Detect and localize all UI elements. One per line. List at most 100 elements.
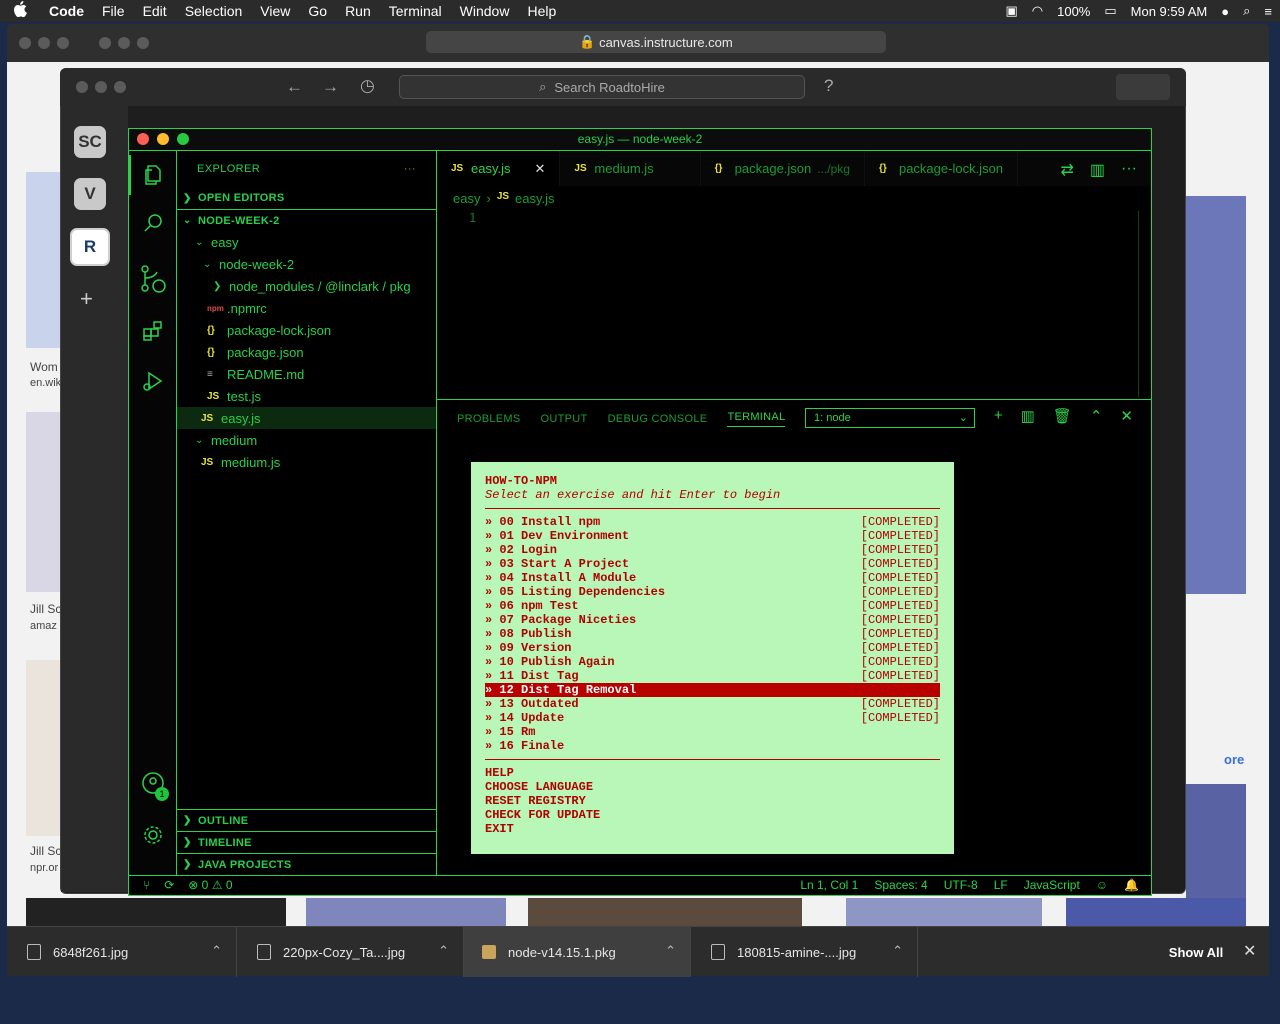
notification-center-icon[interactable]: ≡ bbox=[1264, 4, 1272, 19]
search-icon[interactable] bbox=[129, 203, 177, 243]
exercise-item[interactable]: » 13 Outdated [COMPLETED] bbox=[485, 697, 940, 711]
download-item[interactable]: 220px-Cozy_Ta....jpg ⌃ bbox=[237, 927, 464, 977]
tab-problems[interactable]: PROBLEMS bbox=[457, 413, 521, 425]
new-terminal-icon[interactable]: + bbox=[994, 407, 1003, 425]
tree-item[interactable]: ≡ README.md bbox=[177, 363, 436, 385]
exercise-item[interactable]: » 07 Package Niceties [COMPLETED] bbox=[485, 613, 940, 627]
chevron-up-icon[interactable]: ⌃ bbox=[438, 943, 449, 959]
tab-package-json[interactable]: {} package.json .../pkg bbox=[701, 151, 865, 186]
tree-item[interactable]: {} package-lock.json bbox=[177, 319, 436, 341]
tree-item[interactable]: ⌄ node-week-2 bbox=[177, 253, 436, 275]
accounts-icon[interactable]: 1 bbox=[129, 763, 177, 803]
extensions-icon[interactable] bbox=[129, 311, 177, 351]
editor-more-icon[interactable]: ··· bbox=[1121, 160, 1137, 180]
chevron-up-icon[interactable]: ⌃ bbox=[211, 943, 222, 959]
workspace-section[interactable]: ⌄ NODE-WEEK-2 bbox=[177, 209, 436, 231]
close-icon[interactable]: ✕ bbox=[1243, 941, 1256, 961]
tab-output[interactable]: OUTPUT bbox=[541, 413, 588, 425]
download-item[interactable]: node-v14.15.1.pkg ⌃ bbox=[464, 927, 691, 977]
tab-easy-js[interactable]: JS easy.js ✕ bbox=[437, 151, 561, 186]
spotlight-icon[interactable]: ⌕ bbox=[1243, 3, 1250, 19]
exercise-item[interactable]: » 05 Listing Dependencies [COMPLETED] bbox=[485, 585, 940, 599]
add-app-icon[interactable]: + bbox=[80, 286, 93, 312]
menu-app-name[interactable]: Code bbox=[40, 3, 93, 19]
explorer-icon[interactable] bbox=[129, 155, 177, 195]
run-debug-icon[interactable] bbox=[129, 361, 177, 401]
exercise-item[interactable]: » 08 Publish [COMPLETED] bbox=[485, 627, 940, 641]
tree-item[interactable]: {} package.json bbox=[177, 341, 436, 363]
menu-view[interactable]: View bbox=[251, 3, 299, 19]
menu-file[interactable]: File bbox=[93, 3, 134, 19]
java-projects-section[interactable]: ❯ JAVA PROJECTS bbox=[177, 853, 436, 875]
cursor-position[interactable]: Ln 1, Col 1 bbox=[800, 878, 858, 892]
workshop-option[interactable]: HELP bbox=[485, 766, 940, 780]
scrollbar[interactable] bbox=[1138, 211, 1139, 397]
sync-icon[interactable]: ⟳ bbox=[164, 878, 174, 892]
exercise-item[interactable]: » 10 Publish Again [COMPLETED] bbox=[485, 655, 940, 669]
roadtohire-search[interactable]: ⌕ Search RoadtoHire bbox=[399, 75, 805, 99]
tree-item[interactable]: JS test.js bbox=[177, 385, 436, 407]
exercise-item[interactable]: » 12 Dist Tag Removal bbox=[485, 683, 940, 697]
wifi-icon[interactable]: ◠ bbox=[1032, 3, 1043, 19]
exercise-item[interactable]: » 09 Version [COMPLETED] bbox=[485, 641, 940, 655]
menu-terminal[interactable]: Terminal bbox=[380, 3, 451, 19]
tab-medium-js[interactable]: JS medium.js bbox=[560, 151, 701, 186]
encoding[interactable]: UTF-8 bbox=[944, 878, 978, 892]
exercise-item[interactable]: » 15 Rm bbox=[485, 725, 940, 739]
tree-item[interactable]: ❯ node_modules / @linclark / pkg bbox=[177, 275, 436, 297]
menu-go[interactable]: Go bbox=[299, 3, 336, 19]
menu-run[interactable]: Run bbox=[336, 3, 380, 19]
exercise-item[interactable]: » 03 Start A Project [COMPLETED] bbox=[485, 557, 940, 571]
menu-help[interactable]: Help bbox=[518, 3, 565, 19]
battery-percent[interactable]: 100% bbox=[1057, 4, 1090, 19]
close-panel-icon[interactable]: ✕ bbox=[1120, 407, 1133, 425]
app-icon-sc[interactable]: SC bbox=[74, 126, 106, 158]
minimize-window-button[interactable] bbox=[157, 133, 169, 145]
branch-icon[interactable]: ⑂ bbox=[143, 878, 150, 892]
workshop-option[interactable]: RESET REGISTRY bbox=[485, 794, 940, 808]
download-item[interactable]: 180815-amine-....jpg ⌃ bbox=[691, 927, 918, 977]
workshop-option[interactable]: CHOOSE LANGUAGE bbox=[485, 780, 940, 794]
more-actions-icon[interactable]: ··· bbox=[404, 163, 416, 175]
tree-item[interactable]: npm .npmrc bbox=[177, 297, 436, 319]
close-window-button[interactable] bbox=[137, 133, 149, 145]
breadcrumb-folder[interactable]: easy bbox=[453, 191, 480, 206]
timeline-section[interactable]: ❯ TIMELINE bbox=[177, 831, 436, 853]
close-tab-icon[interactable]: ✕ bbox=[535, 161, 546, 177]
exercise-item[interactable]: » 06 npm Test [COMPLETED] bbox=[485, 599, 940, 613]
exercise-item[interactable]: » 02 Login [COMPLETED] bbox=[485, 543, 940, 557]
exercise-item[interactable]: » 01 Dev Environment [COMPLETED] bbox=[485, 529, 940, 543]
feedback-icon[interactable]: ☺ bbox=[1096, 878, 1108, 892]
zoom-window-button[interactable] bbox=[177, 133, 189, 145]
exercise-item[interactable]: » 11 Dist Tag [COMPLETED] bbox=[485, 669, 940, 683]
forward-arrow-icon[interactable]: → bbox=[322, 77, 339, 97]
split-terminal-icon[interactable]: ▥ bbox=[1021, 407, 1035, 425]
manage-gear-icon[interactable] bbox=[129, 815, 177, 855]
tab-package-lock-json[interactable]: {} package-lock.json bbox=[865, 151, 1019, 186]
apple-icon[interactable] bbox=[0, 1, 40, 21]
screen-record-icon[interactable]: ▣ bbox=[1005, 3, 1017, 19]
language-mode[interactable]: JavaScript bbox=[1024, 878, 1080, 892]
avatar[interactable] bbox=[1116, 74, 1170, 100]
exercise-item[interactable]: » 00 Install npm [COMPLETED] bbox=[485, 515, 940, 529]
terminal-select[interactable]: 1: node ⌄ bbox=[805, 408, 975, 428]
menu-selection[interactable]: Selection bbox=[176, 3, 252, 19]
workshop-option[interactable]: CHECK FOR UPDATE bbox=[485, 808, 940, 822]
menu-edit[interactable]: Edit bbox=[134, 3, 176, 19]
line-endings[interactable]: LF bbox=[994, 878, 1008, 892]
tab-debug-console[interactable]: DEBUG CONSOLE bbox=[608, 413, 708, 425]
user-icon[interactable]: ● bbox=[1221, 4, 1229, 19]
chevron-up-icon[interactable]: ⌃ bbox=[665, 943, 676, 959]
chevron-up-icon[interactable]: ⌃ bbox=[892, 943, 903, 959]
app-icon-r[interactable]: R bbox=[70, 228, 110, 266]
history-icon[interactable]: ◷ bbox=[360, 76, 375, 96]
tree-item[interactable]: JS easy.js bbox=[177, 407, 436, 429]
menu-window[interactable]: Window bbox=[451, 3, 519, 19]
workshop-option[interactable]: EXIT bbox=[485, 822, 940, 836]
breadcrumb-file[interactable]: easy.js bbox=[515, 191, 555, 206]
outline-section[interactable]: ❯ OUTLINE bbox=[177, 809, 436, 831]
show-all-button[interactable]: Show All bbox=[1151, 937, 1241, 967]
indentation[interactable]: Spaces: 4 bbox=[874, 878, 927, 892]
download-item[interactable]: 6848f261.jpg ⌃ bbox=[7, 927, 237, 977]
problems-indicator[interactable]: ⊗ 0 ⚠ 0 bbox=[188, 878, 232, 892]
